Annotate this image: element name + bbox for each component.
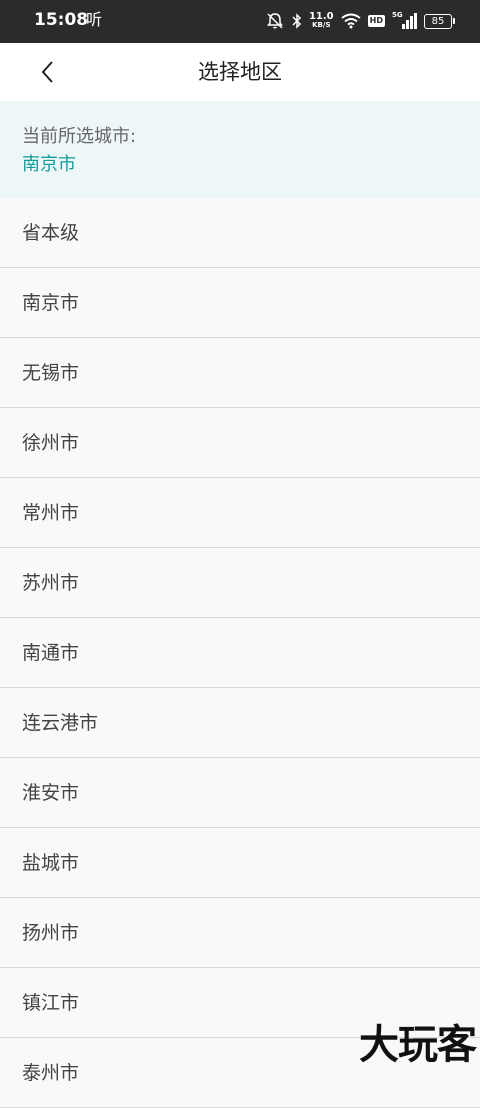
city-name: 镇江市 — [22, 992, 80, 1014]
city-item-nantong[interactable]: 南通市 — [0, 618, 480, 688]
network-type: 5G — [392, 11, 403, 19]
status-icons: 11.0 KB/S HD 5G 85 — [265, 9, 455, 33]
status-app-icon: 听 — [86, 10, 103, 29]
battery-level: 85 — [431, 15, 445, 27]
signal-bar — [406, 20, 409, 29]
city-name: 扬州市 — [22, 922, 80, 944]
city-name: 常州市 — [22, 502, 80, 524]
speed-value: 11.0 — [308, 11, 334, 22]
speed-unit: KB/S — [312, 21, 331, 29]
city-list: 省本级 南京市 无锡市 徐州市 常州市 苏州市 南通市 连云港市 淮安市 盐城市… — [0, 198, 480, 1108]
city-item-lianyungang[interactable]: 连云港市 — [0, 688, 480, 758]
signal-bar — [402, 24, 405, 29]
city-item-suzhou[interactable]: 苏州市 — [0, 548, 480, 618]
city-name: 南京市 — [22, 292, 80, 314]
city-item-changzhou[interactable]: 常州市 — [0, 478, 480, 548]
city-name: 盐城市 — [22, 852, 80, 874]
city-name: 苏州市 — [22, 572, 80, 594]
top-app-bar: 选择地区 — [0, 43, 480, 101]
status-time: 15:08 — [34, 10, 89, 30]
city-name: 省本级 — [22, 222, 80, 244]
bluetooth-icon — [292, 13, 302, 29]
city-item-wuxi[interactable]: 无锡市 — [0, 338, 480, 408]
city-item-xuzhou[interactable]: 徐州市 — [0, 408, 480, 478]
signal-bar — [410, 16, 413, 29]
battery-icon: 85 — [424, 13, 455, 29]
watermark-logo: 大玩客 — [359, 1022, 477, 1068]
city-item-nanjing[interactable]: 南京市 — [0, 268, 480, 338]
city-name: 淮安市 — [22, 782, 80, 804]
current-city-label: 当前所选城市: — [22, 126, 137, 147]
city-name: 泰州市 — [22, 1062, 80, 1084]
hd-badge: HD — [367, 15, 385, 27]
city-name: 连云港市 — [22, 712, 99, 734]
current-city-value: 南京市 — [22, 154, 76, 175]
status-bar: 15:08 听 11.0 KB/S HD 5G 85 — [0, 0, 480, 43]
city-item-yancheng[interactable]: 盐城市 — [0, 828, 480, 898]
city-name: 南通市 — [22, 642, 80, 664]
wifi-icon — [341, 13, 361, 29]
city-item-yangzhou[interactable]: 扬州市 — [0, 898, 480, 968]
city-name: 徐州市 — [22, 432, 80, 454]
signal-bar — [414, 13, 417, 29]
network-speed: 11.0 KB/S — [309, 12, 334, 30]
city-name: 无锡市 — [22, 362, 80, 384]
city-item-huaian[interactable]: 淮安市 — [0, 758, 480, 828]
mute-bell-icon — [265, 12, 285, 30]
page-title: 选择地区 — [198, 60, 282, 84]
signal-icon: 5G — [392, 11, 417, 29]
city-item-provincial[interactable]: 省本级 — [0, 198, 480, 268]
current-city-panel: 当前所选城市: 南京市 — [0, 101, 480, 198]
